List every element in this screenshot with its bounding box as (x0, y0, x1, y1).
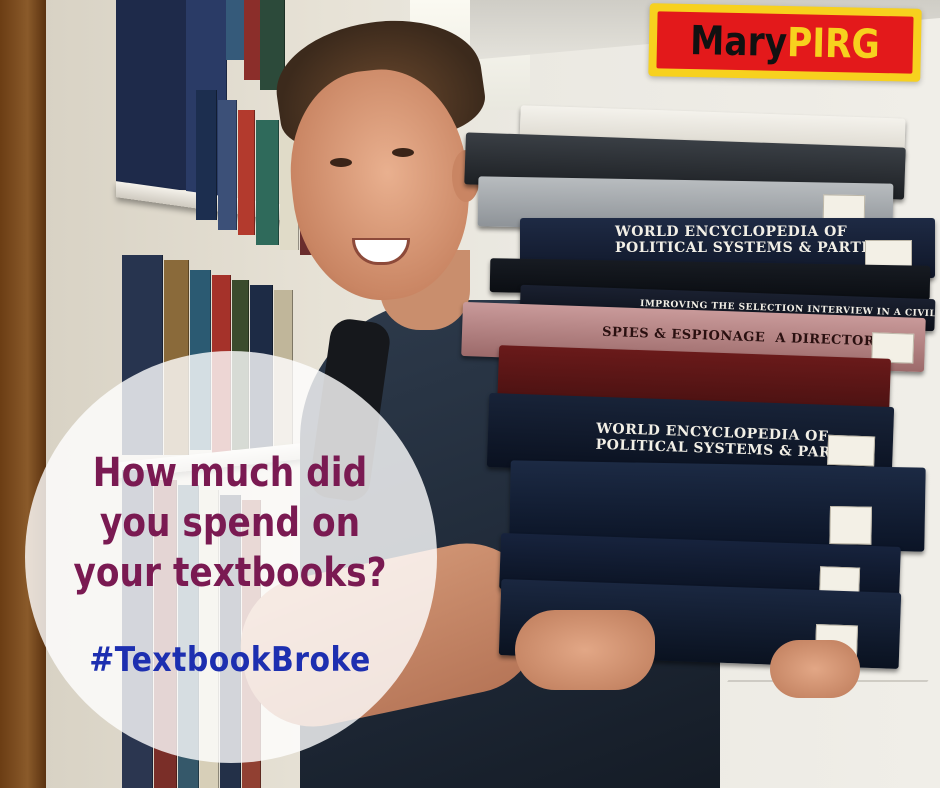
eye (330, 158, 352, 167)
logo-part-pirg: PIRG (786, 20, 881, 68)
library-tag (829, 505, 873, 545)
eye (392, 148, 414, 157)
logo-badge: MaryPIRG (656, 11, 914, 74)
spine-label: SPIES & ESPIONAGE A DIRECTORY (601, 324, 885, 350)
question-line: you spend on (99, 500, 361, 546)
question-line: your textbooks? (73, 550, 387, 596)
spine-label: WORLD ENCYCLOPEDIA OF POLITICAL SYSTEMS &… (615, 224, 891, 256)
question-text: How much did you spend on your textbooks… (70, 448, 390, 598)
marypirg-logo: MaryPIRG (648, 3, 922, 82)
left-hand (515, 610, 655, 690)
photo-scene: WORLD ENCYCLOPEDIA OF POLITICAL SYSTEMS &… (0, 0, 940, 788)
logo-text: MaryPIRG (674, 16, 895, 71)
right-hand (770, 640, 860, 698)
hashtag: #TextbookBroke (89, 640, 371, 680)
library-tag (827, 434, 876, 467)
logo-part-mary: Mary (689, 18, 788, 67)
question-line: How much did (92, 450, 368, 496)
